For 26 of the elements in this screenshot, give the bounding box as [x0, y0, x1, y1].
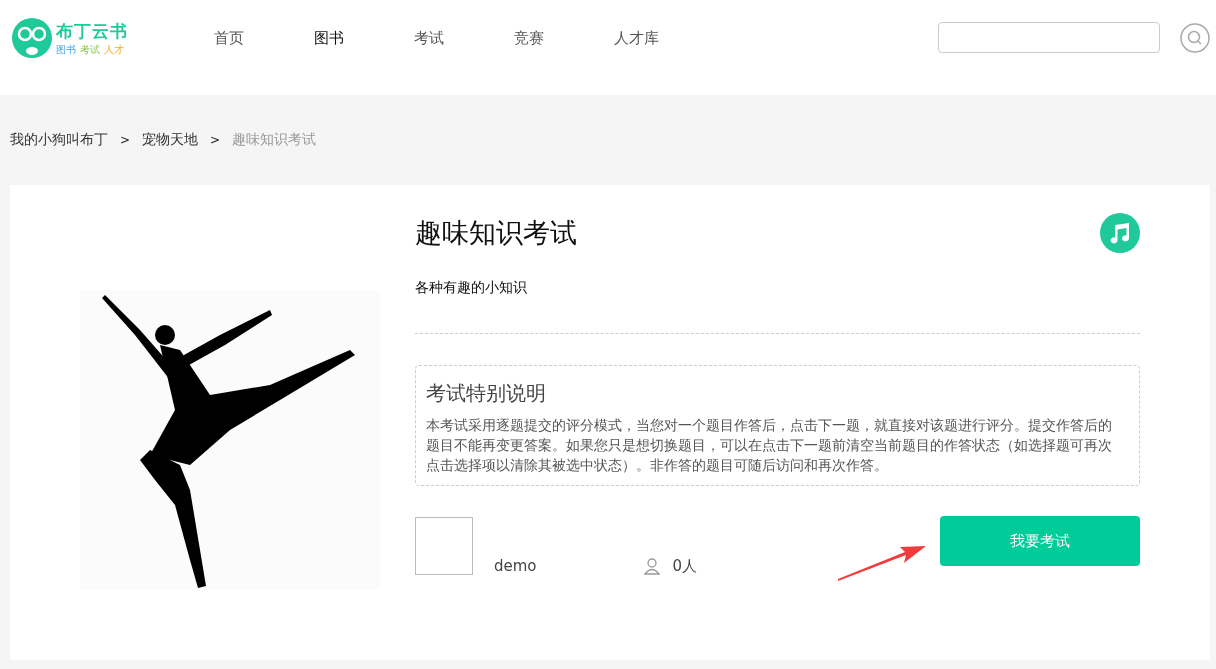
author-avatar [415, 517, 473, 575]
breadcrumb-link[interactable]: 宠物天地 [142, 131, 199, 149]
search-field[interactable] [938, 22, 1160, 53]
logo-name: 布丁云书 [56, 19, 128, 43]
logo-tag: 考试 [80, 42, 100, 57]
exam-subtitle: 各种有趣的小知识 [415, 279, 528, 297]
logo-tag: 图书 [56, 42, 76, 57]
exam-title: 趣味知识考试 [415, 216, 577, 250]
notice-title: 考试特别说明 [426, 380, 547, 407]
logo-tag: 人才 [104, 42, 124, 57]
breadcrumb-link[interactable]: 我的小狗叫布丁 [10, 131, 108, 149]
music-note-icon[interactable] [1100, 213, 1140, 253]
breadcrumb-separator: > [120, 133, 131, 147]
person-icon [642, 557, 661, 575]
breadcrumb-separator: > [210, 133, 221, 147]
nav-link[interactable]: 竞赛 [514, 29, 614, 48]
participant-count: 0人 [672, 556, 698, 576]
nav-link[interactable]: 人才库 [614, 29, 714, 48]
nav-link[interactable]: 图书 [314, 29, 414, 48]
notice-text: 本考试采用逐题提交的评分模式，当您对一个题目作答后，点击下一题，就直接对该题进行评分。提交作答后的题目不能再变更答案。如果您只是想切换题目，可以在点击下一题前清空当前题目的作答状态（如选择题可再次点击选择项以清除其被选中状态）。非作答的题目可随后访问和再次作答。 [426, 416, 1113, 475]
logo-icon [12, 18, 52, 58]
nav-link[interactable]: 考试 [414, 29, 514, 48]
search-icon[interactable] [1180, 23, 1210, 53]
breadcrumb-current: 趣味知识考试 [232, 131, 317, 149]
nav-link[interactable]: 首页 [214, 29, 314, 48]
author-name: demo [494, 557, 537, 575]
